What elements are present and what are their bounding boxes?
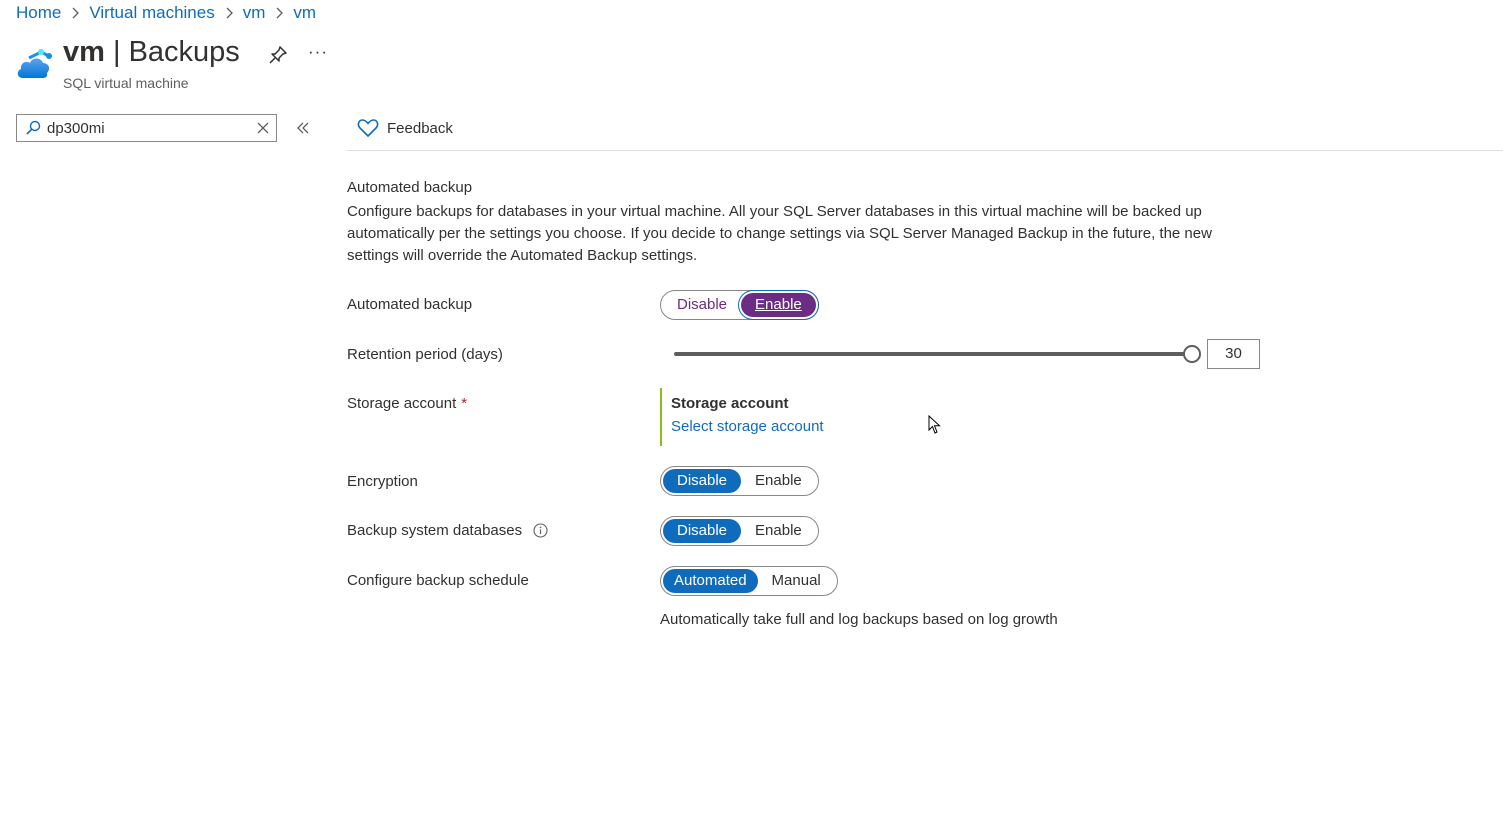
page-subtitle: SQL virtual machine bbox=[63, 75, 189, 91]
storage-account-title: Storage account bbox=[671, 395, 789, 412]
storage-account-label-text: Storage account bbox=[347, 395, 457, 412]
backup-system-db-disable-option[interactable]: Disable bbox=[663, 519, 742, 543]
automated-backup-enable-option[interactable]: Enable bbox=[741, 293, 816, 317]
backup-system-db-enable-option[interactable]: Enable bbox=[741, 519, 816, 543]
search-icon bbox=[26, 120, 41, 135]
retention-period-label: Retention period (days) bbox=[347, 346, 503, 363]
chevron-right-icon bbox=[274, 7, 284, 19]
chevron-right-icon bbox=[224, 7, 234, 19]
section-description: Configure backups for databases in your … bbox=[347, 203, 1212, 264]
breadcrumb: Home Virtual machines vm vm bbox=[16, 3, 316, 23]
chevron-right-icon bbox=[70, 7, 80, 19]
clear-icon[interactable] bbox=[257, 122, 269, 134]
storage-account-box: Storage account Select storage account bbox=[660, 388, 824, 446]
encryption-toggle: Disable Enable bbox=[660, 466, 819, 496]
breadcrumb-home[interactable]: Home bbox=[16, 3, 61, 23]
page-name: Backups bbox=[128, 36, 240, 68]
collapse-chevrons-icon[interactable] bbox=[295, 120, 311, 136]
schedule-automated-option[interactable]: Automated bbox=[663, 569, 758, 593]
breadcrumb-virtual-machines[interactable]: Virtual machines bbox=[89, 3, 214, 23]
mouse-cursor-icon bbox=[928, 415, 941, 434]
info-icon[interactable] bbox=[533, 523, 548, 538]
retention-slider-thumb[interactable] bbox=[1183, 345, 1201, 363]
schedule-note: Automatically take full and log backups … bbox=[660, 611, 1058, 628]
heart-icon bbox=[357, 119, 379, 137]
title-separator: | bbox=[104, 36, 129, 68]
command-bar: Feedback bbox=[347, 110, 1503, 151]
pin-icon[interactable] bbox=[268, 45, 288, 65]
backup-schedule-label: Configure backup schedule bbox=[347, 572, 529, 589]
backup-schedule-toggle: Automated Manual bbox=[660, 566, 838, 596]
resource-name: vm bbox=[63, 36, 105, 68]
automated-backup-label: Automated backup bbox=[347, 296, 473, 313]
automated-backup-disable-option[interactable]: Disable bbox=[663, 293, 741, 317]
retention-slider-track[interactable] bbox=[674, 352, 1192, 356]
backup-system-databases-toggle: Disable Enable bbox=[660, 516, 819, 546]
breadcrumb-vm-current[interactable]: vm bbox=[293, 3, 316, 23]
section-title: Automated backup bbox=[347, 179, 473, 196]
feedback-button[interactable]: Feedback bbox=[357, 118, 453, 138]
feedback-label: Feedback bbox=[387, 119, 453, 137]
required-marker: * bbox=[461, 395, 468, 412]
backup-system-databases-label: Backup system databases bbox=[347, 522, 548, 539]
backup-system-databases-label-text: Backup system databases bbox=[347, 522, 523, 539]
menu-search-input[interactable] bbox=[47, 119, 247, 137]
encryption-disable-option[interactable]: Disable bbox=[663, 469, 742, 493]
encryption-enable-option[interactable]: Enable bbox=[741, 469, 816, 493]
more-actions-button[interactable]: ··· bbox=[308, 42, 328, 62]
select-storage-account-link[interactable]: Select storage account bbox=[671, 418, 824, 435]
retention-value-input[interactable]: 30 bbox=[1207, 339, 1260, 369]
breadcrumb-vm[interactable]: vm bbox=[243, 3, 266, 23]
automated-backup-toggle: Disable Enable bbox=[660, 290, 819, 320]
menu-search-box bbox=[16, 114, 277, 142]
schedule-manual-option[interactable]: Manual bbox=[758, 569, 835, 593]
storage-account-label: Storage account * bbox=[347, 395, 467, 412]
page-title: vm | Backups bbox=[63, 36, 240, 69]
encryption-label: Encryption bbox=[347, 473, 418, 490]
sql-vm-cloud-icon bbox=[17, 49, 52, 78]
